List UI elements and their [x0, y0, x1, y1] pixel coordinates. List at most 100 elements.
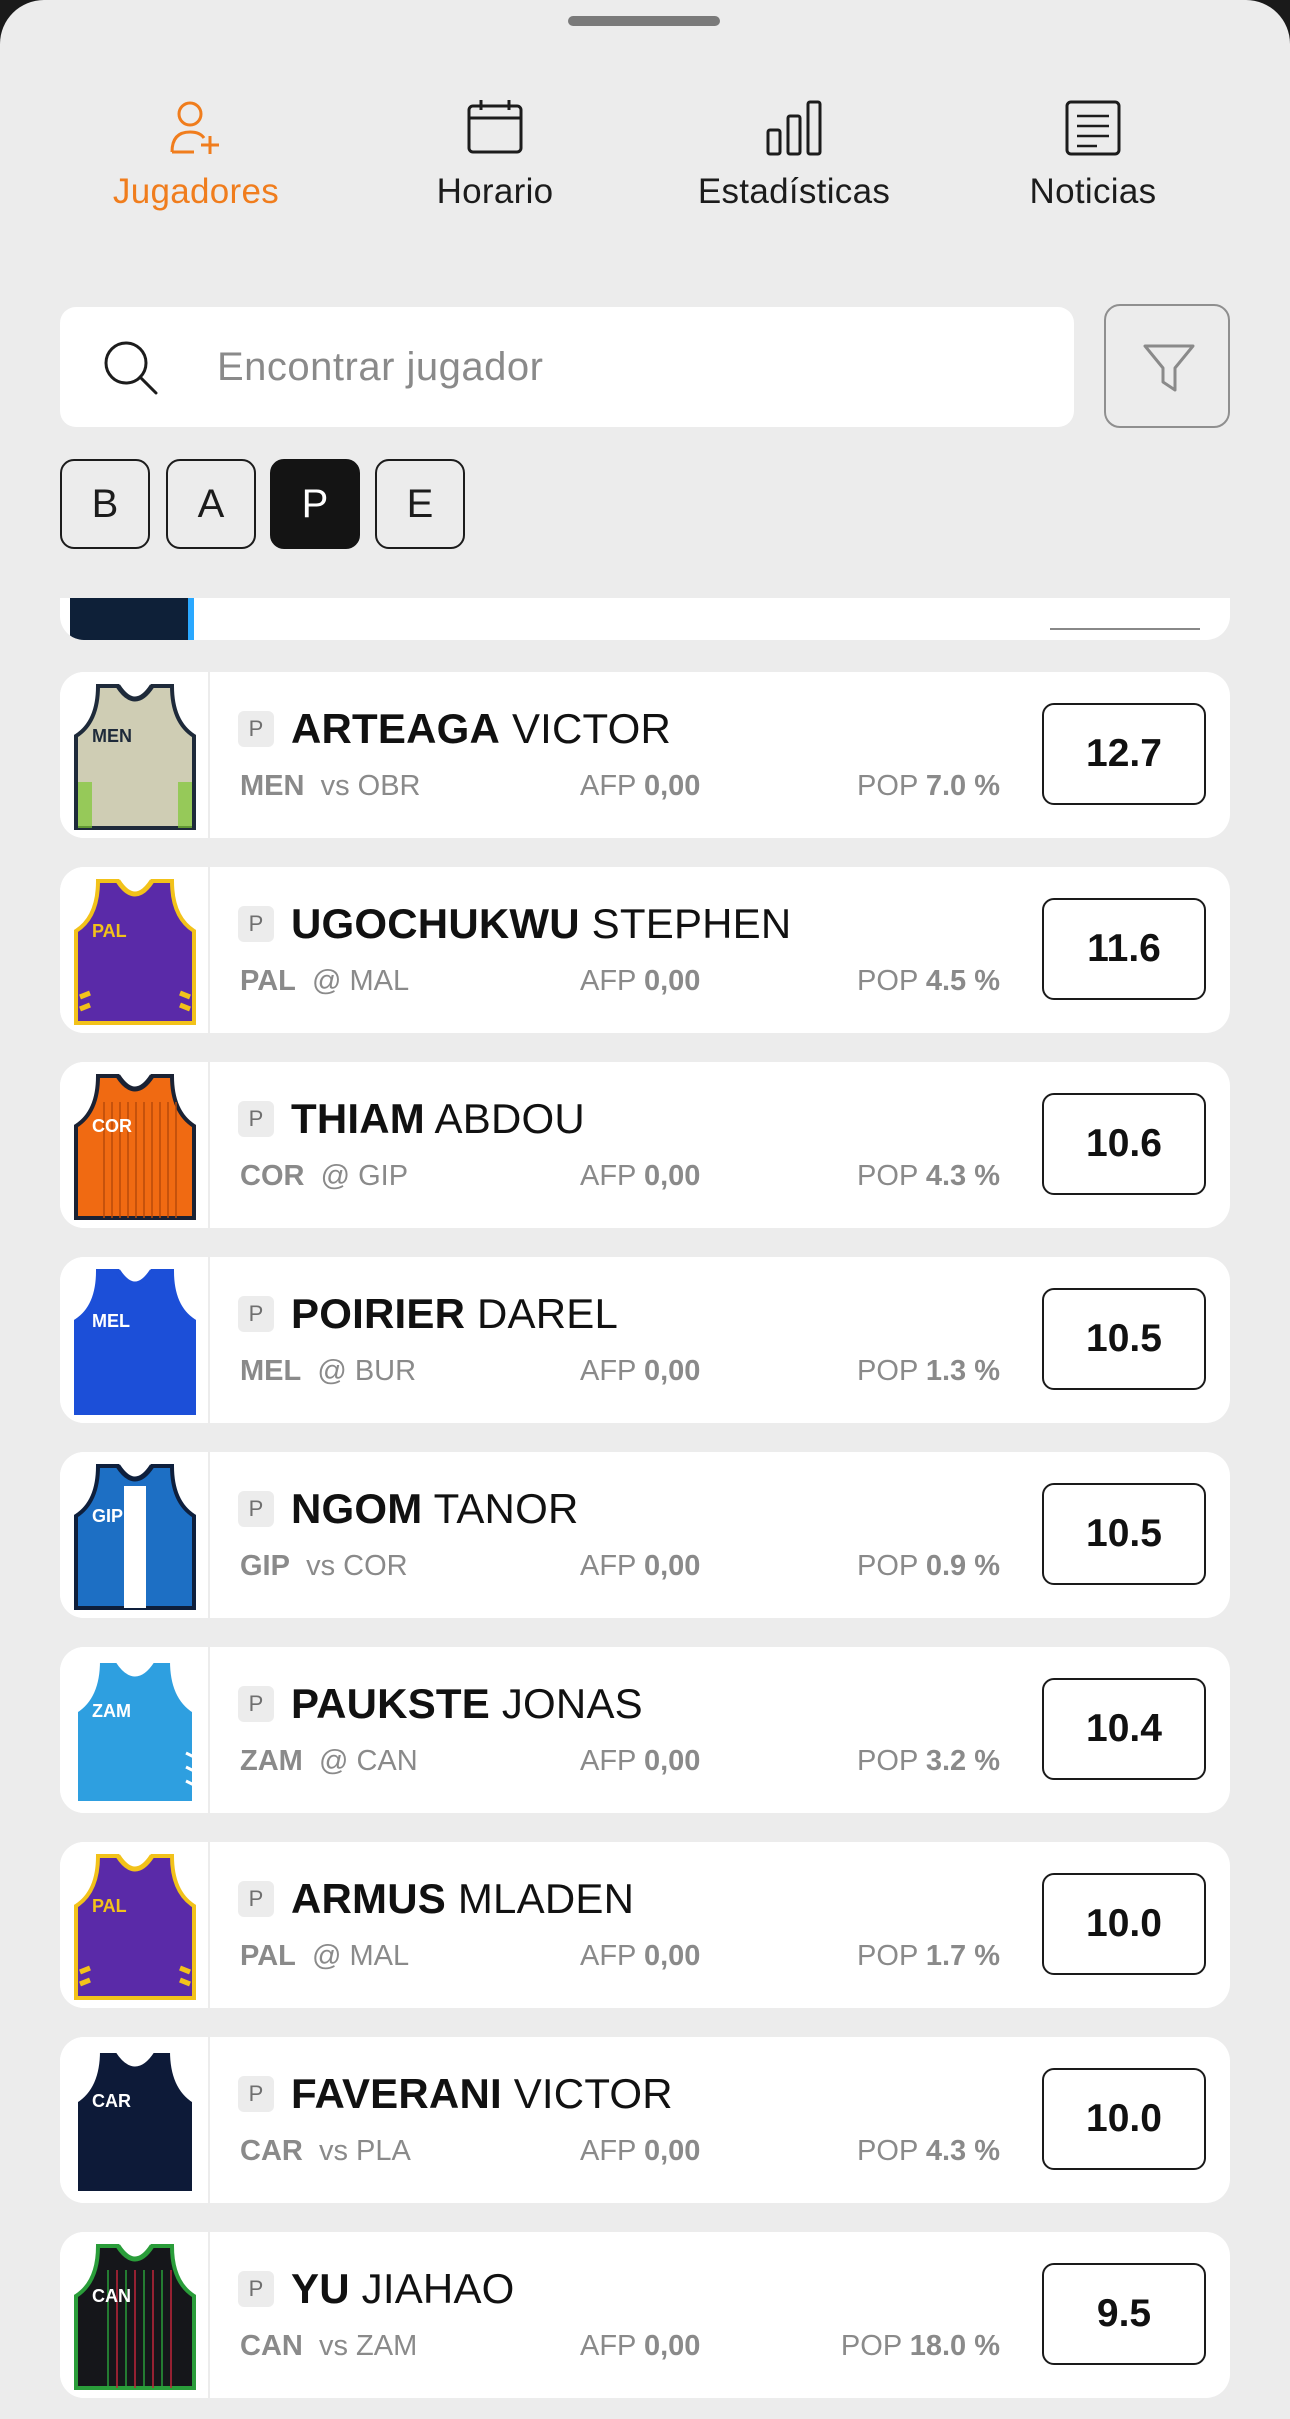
player-card[interactable]: GIP P NGOM TANOR GIP vs COR AFP 0,00 POP…: [60, 1452, 1230, 1618]
position-badge: P: [238, 1686, 274, 1722]
player-card[interactable]: MEN P ARTEAGA VICTOR MEN vs OBR AFP 0,00…: [60, 672, 1230, 838]
position-badge: P: [238, 1101, 274, 1137]
sheet-handle[interactable]: [568, 16, 720, 26]
jersey-thumb: GIP: [60, 1452, 210, 1618]
player-first-name: TANOR: [433, 1485, 579, 1532]
jersey-thumb: MEL: [60, 1257, 210, 1423]
tab-jugadores[interactable]: Jugadores: [46, 96, 346, 226]
matchup: vs OBR: [320, 770, 421, 802]
jersey-thumb: CAR: [60, 2037, 210, 2203]
player-first-name: STEPHEN: [591, 900, 792, 947]
afp-value: 0,00: [643, 1160, 701, 1192]
team-matchup: MEN vs OBR: [240, 770, 420, 803]
price-button[interactable]: 10.5: [1042, 1483, 1206, 1585]
player-first-name: DAREL: [476, 1290, 619, 1337]
tab-label: Estadísticas: [697, 172, 891, 211]
player-card[interactable]: COR P THIAM ABDOU COR @ GIP AFP 0,00 POP…: [60, 1062, 1230, 1228]
jersey-image: CAN: [74, 2244, 196, 2390]
jersey-image: PAL: [74, 879, 196, 1025]
tab-estadisticas[interactable]: Estadísticas: [644, 96, 944, 226]
afp-stat: AFP 0,00: [580, 1745, 701, 1777]
pop-stat: POP 4.3 %: [857, 1160, 1000, 1192]
matchup: @ CAN: [318, 1745, 418, 1777]
filter-button[interactable]: [1104, 304, 1230, 428]
position-badge: P: [238, 1491, 274, 1527]
tab-label: Horario: [436, 172, 554, 211]
jersey-thumb: PAL: [60, 867, 210, 1033]
jersey-image: MEN: [74, 684, 196, 830]
player-name: UGOCHUKWU STEPHEN: [291, 900, 791, 948]
team-matchup: GIP vs COR: [240, 1550, 408, 1583]
player-card[interactable]: PAL P ARMUS MLADEN PAL @ MAL AFP 0,00 PO…: [60, 1842, 1230, 2008]
pop-stat: POP 7.0 %: [857, 770, 1000, 802]
jersey-thumb: ZAM: [60, 1647, 210, 1813]
player-name: THIAM ABDOU: [291, 1095, 585, 1143]
player-list[interactable]: MEN P ARTEAGA VICTOR MEN vs OBR AFP 0,00…: [0, 598, 1290, 2419]
player-name: ARTEAGA VICTOR: [291, 705, 671, 753]
player-last-name: ARTEAGA: [291, 705, 501, 752]
price-button[interactable]: 11.6: [1042, 898, 1206, 1000]
player-last-name: ARMUS: [291, 1875, 446, 1922]
search-placeholder: Encontrar jugador: [217, 345, 544, 389]
jersey-image: [70, 598, 194, 640]
svg-text:PAL: PAL: [92, 921, 127, 941]
search-icon: [104, 341, 158, 395]
player-name: NGOM TANOR: [291, 1485, 578, 1533]
player-card[interactable]: PAL P UGOCHUKWU STEPHEN PAL @ MAL AFP 0,…: [60, 867, 1230, 1033]
news-icon: [1065, 100, 1121, 156]
afp-value: 0,00: [643, 965, 701, 997]
calendar-icon: [467, 100, 523, 154]
afp-value: 0,00: [643, 2330, 701, 2362]
tab-noticias[interactable]: Noticias: [943, 96, 1243, 226]
position-badge: P: [238, 1881, 274, 1917]
afp-stat: AFP 0,00: [580, 1940, 701, 1972]
search-input[interactable]: Encontrar jugador: [60, 307, 1074, 427]
price-button[interactable]: 10.4: [1042, 1678, 1206, 1780]
price-button[interactable]: 10.6: [1042, 1093, 1206, 1195]
svg-text:MEL: MEL: [92, 1311, 130, 1331]
price-button[interactable]: 10.0: [1042, 1873, 1206, 1975]
team-matchup: CAN vs ZAM: [240, 2330, 417, 2363]
player-card-partial[interactable]: [60, 598, 1230, 640]
afp-stat: AFP 0,00: [580, 2135, 701, 2167]
position-filter-a[interactable]: A: [166, 459, 256, 549]
player-card[interactable]: CAR P FAVERANI VICTOR CAR vs PLA AFP 0,0…: [60, 2037, 1230, 2203]
position-filter-e[interactable]: E: [375, 459, 465, 549]
tab-horario[interactable]: Horario: [345, 96, 645, 226]
svg-text:MEN: MEN: [92, 726, 132, 746]
team-matchup: PAL @ MAL: [240, 965, 409, 998]
team-code: ZAM: [240, 1745, 303, 1777]
player-first-name: ABDOU: [434, 1095, 585, 1142]
svg-text:CAN: CAN: [92, 2286, 131, 2306]
pop-stat: POP 1.7 %: [857, 1940, 1000, 1972]
position-filter-b[interactable]: B: [60, 459, 150, 549]
price-button[interactable]: 10.0: [1042, 2068, 1206, 2170]
matchup: @ GIP: [320, 1160, 409, 1192]
player-name: POIRIER DAREL: [291, 1290, 618, 1338]
pop-value: 4.5 %: [925, 965, 1000, 997]
price-button[interactable]: 9.5: [1042, 2263, 1206, 2365]
player-last-name: PAUKSTE: [291, 1680, 490, 1727]
jersey-thumb: PAL: [60, 1842, 210, 2008]
team-code: MEN: [240, 770, 305, 802]
pop-stat: POP 4.3 %: [857, 2135, 1000, 2167]
team-matchup: ZAM @ CAN: [240, 1745, 418, 1778]
afp-stat: AFP 0,00: [580, 965, 701, 997]
pop-value: 4.3 %: [925, 2135, 1000, 2167]
pop-stat: POP 1.3 %: [857, 1355, 1000, 1387]
price-button[interactable]: 12.7: [1042, 703, 1206, 805]
team-code: MEL: [240, 1355, 302, 1387]
tab-label: Jugadores: [112, 172, 280, 211]
player-first-name: JONAS: [501, 1680, 643, 1727]
add-user-icon: [170, 101, 219, 154]
player-card[interactable]: ZAM P PAUKSTE JONAS ZAM @ CAN AFP 0,00 P…: [60, 1647, 1230, 1813]
price-button[interactable]: 10.5: [1042, 1288, 1206, 1390]
player-card[interactable]: CAN P YU JIAHAO CAN vs ZAM AFP 0,00 POP …: [60, 2232, 1230, 2398]
player-name: YU JIAHAO: [291, 2265, 515, 2313]
pop-stat: POP 0.9 %: [857, 1550, 1000, 1582]
pop-value: 7.0 %: [925, 770, 1000, 802]
position-filter-p[interactable]: P: [270, 459, 360, 549]
pop-value: 1.7 %: [925, 1940, 1000, 1972]
player-card[interactable]: MEL P POIRIER DAREL MEL @ BUR AFP 0,00 P…: [60, 1257, 1230, 1423]
player-first-name: MLADEN: [457, 1875, 635, 1922]
